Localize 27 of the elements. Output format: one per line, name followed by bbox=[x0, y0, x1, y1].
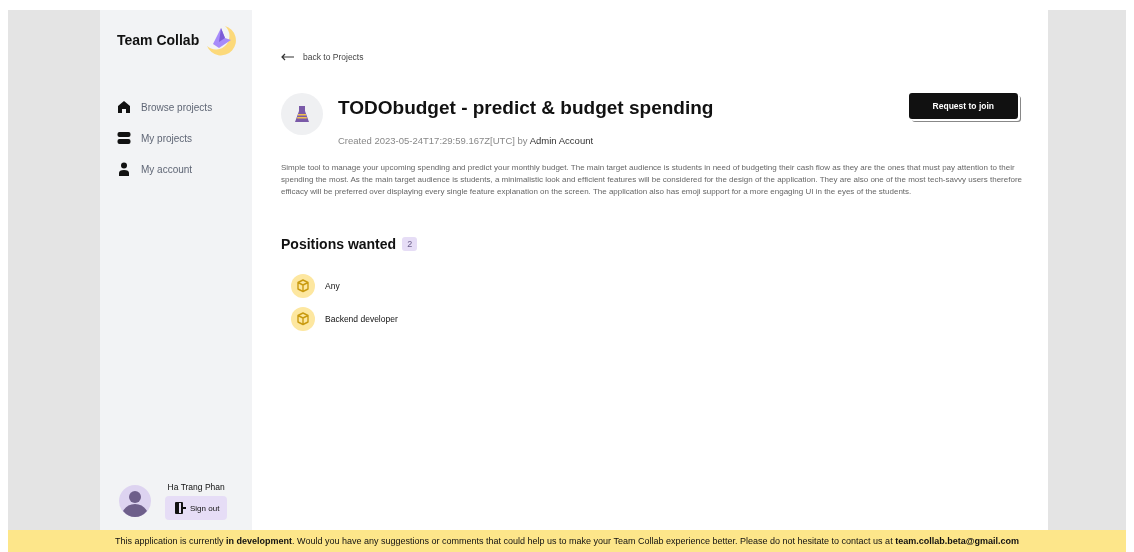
cube-icon bbox=[291, 274, 315, 298]
home-icon bbox=[117, 100, 131, 114]
sign-out-button[interactable]: Sign out bbox=[165, 496, 228, 520]
avatar bbox=[119, 485, 151, 517]
author-name: Admin Account bbox=[529, 135, 594, 146]
brand-name: Team Collab bbox=[117, 32, 200, 48]
person-icon bbox=[117, 162, 131, 176]
created-date: Created 2023-05-24T17:29:59.167Z[UTC] by bbox=[338, 135, 528, 146]
position-label: Any bbox=[325, 281, 340, 291]
section-title: Positions wanted bbox=[281, 236, 397, 252]
position-label: Backend developer bbox=[325, 314, 398, 324]
back-link[interactable]: back to Projects bbox=[281, 52, 1022, 62]
footer-text: This application is currently in development. Would you have any suggestions or comments that could help us to make your Team Collab experience better. Please do not hesitate to contact us at team.collab.beta@gmail.com bbox=[115, 536, 1019, 546]
user-name: Ha Trang Phan bbox=[167, 482, 225, 492]
arrow-left-icon bbox=[281, 53, 295, 61]
nav-link[interactable]: Browse projects bbox=[117, 100, 252, 114]
door-icon bbox=[173, 501, 187, 515]
count-badge: 2 bbox=[402, 237, 418, 251]
nav-link[interactable]: My projects bbox=[117, 131, 252, 145]
logo-icon bbox=[205, 24, 238, 56]
cube-icon bbox=[291, 307, 315, 331]
stack-icon bbox=[117, 131, 131, 145]
flask-icon bbox=[294, 105, 310, 123]
nav-link[interactable]: My account bbox=[117, 162, 252, 176]
request-to-join-button[interactable]: Request to join bbox=[908, 93, 1018, 119]
project-description: Simple tool to manage your upcoming spending and predict your monthly budget. The main target audience is students in need of budgeting their cash flow as they are the ones that must pay attention to their spending the most. As the main target audience is students, a minimalistic look and efficient features will be considered for the design of the application. They are also one of the most tech-savvy users therefore efficacy will be preferred over displaying every single feature explanation on the screen. The application also has emoji support for a more engaging UI in the eyes of the students. bbox=[281, 162, 1022, 198]
project-title: TODObudget - predict & budget spending bbox=[338, 97, 715, 119]
